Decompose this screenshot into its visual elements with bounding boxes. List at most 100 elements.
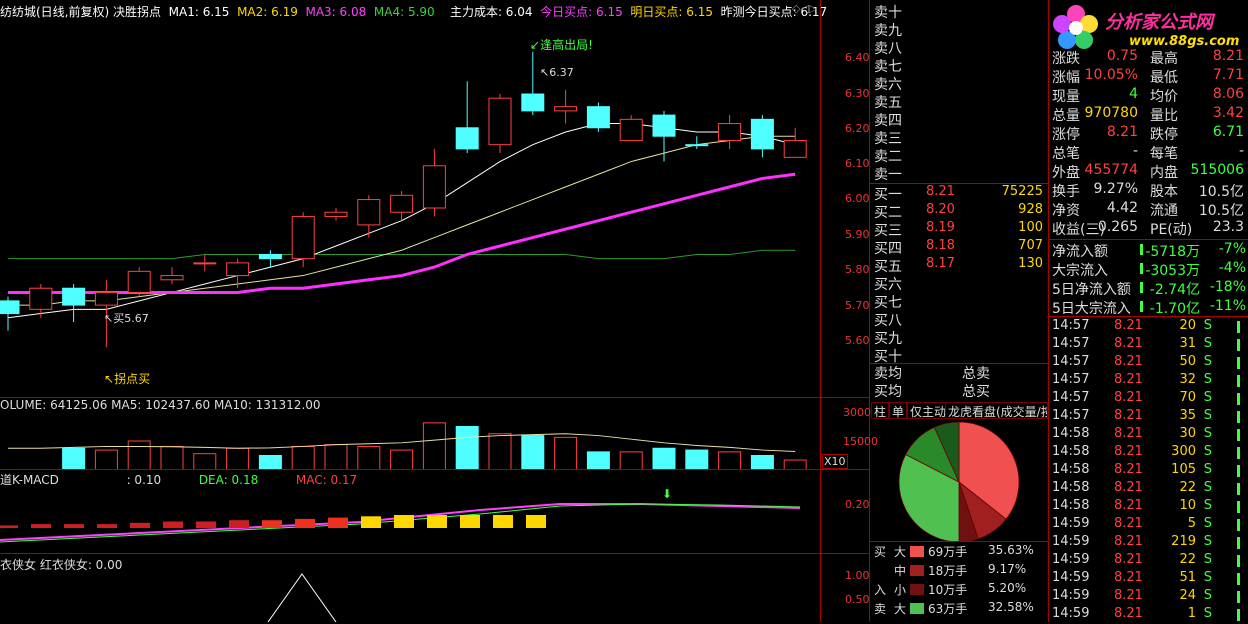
stat-row: 换手 9.27% 股本 10.5亿 xyxy=(1052,181,1248,200)
candle-body xyxy=(160,275,184,281)
pie-swatch xyxy=(910,546,924,557)
pie-side: 买 xyxy=(874,545,887,559)
tick-bar xyxy=(1237,591,1240,603)
tick-row: 14:58 8.21 105 S xyxy=(1052,462,1248,480)
macd-bar xyxy=(229,520,249,528)
tick-volume: 32 xyxy=(1179,372,1196,387)
volume-bar xyxy=(160,445,184,470)
buy-level-price: 8.20 xyxy=(926,202,955,217)
stat-value: 23.3 xyxy=(1212,219,1244,235)
tick-time: 14:59 xyxy=(1052,534,1090,549)
tick-bar xyxy=(1237,429,1240,441)
tab-active-only[interactable]: 仅主动 xyxy=(907,402,950,419)
buy-level-row[interactable]: 买七 xyxy=(874,292,1049,311)
ma3-label: MA3: 6.08 xyxy=(305,5,367,19)
buy-level-row[interactable]: 买一 8.21 75225 xyxy=(874,184,1049,203)
sell-level-row[interactable]: 卖一 xyxy=(874,164,1049,183)
pie-pct: 9.17% xyxy=(988,562,1027,576)
stat-value: 10.5亿 xyxy=(1198,184,1244,200)
tick-bar xyxy=(1237,375,1240,387)
tick-side: S xyxy=(1203,480,1212,495)
price-tick: 6.00 xyxy=(845,192,870,205)
macd-title-row: 道K-MACD : 0.10 DEA: 0.18 MAC: 0.17 xyxy=(0,471,357,488)
stat-value: 4 xyxy=(1129,86,1138,102)
sell-level-row[interactable]: 卖二 xyxy=(874,146,1049,165)
buy-level-price: 8.21 xyxy=(926,184,955,199)
sell-level-row[interactable]: 卖七 xyxy=(874,56,1049,75)
tick-bar xyxy=(1237,519,1240,531)
tick-volume: 30 xyxy=(1179,426,1196,441)
tick-volume: 20 xyxy=(1179,318,1196,333)
buy-level-label: 买一 xyxy=(874,187,902,203)
sell-level-row[interactable]: 卖四 xyxy=(874,110,1049,129)
stat-label: 流通 xyxy=(1150,203,1178,219)
buy-level-row[interactable]: 买五 8.17 130 xyxy=(874,256,1049,275)
tick-price: 8.21 xyxy=(1114,318,1143,333)
tick-side: S xyxy=(1203,570,1212,585)
candle-body xyxy=(127,270,151,293)
sell-level-row[interactable]: 卖八 xyxy=(874,38,1049,57)
tick-volume: 1 xyxy=(1187,606,1196,621)
buy-level-row[interactable]: 买四 8.18 707 xyxy=(874,238,1049,257)
volume-multiplier: X10 xyxy=(822,454,848,469)
volume-chart xyxy=(8,422,807,470)
tab-single[interactable]: 单 xyxy=(889,402,908,419)
tick-volume: 31 xyxy=(1179,336,1196,351)
sell-level-row[interactable]: 卖六 xyxy=(874,74,1049,93)
volume-bar xyxy=(750,455,774,470)
tick-bar xyxy=(1237,465,1240,477)
sell-level-label: 卖五 xyxy=(874,95,902,111)
hero-signal-line xyxy=(267,573,337,622)
tick-volume: 300 xyxy=(1171,444,1196,459)
pie-size: 中 xyxy=(894,564,907,578)
stat-label: 最低 xyxy=(1150,70,1178,86)
tick-price: 8.21 xyxy=(1114,516,1143,531)
buy-level-volume: 100 xyxy=(1018,220,1043,235)
stat-value: 3.42 xyxy=(1212,105,1244,121)
buy-level-label: 买三 xyxy=(874,223,902,239)
flow-label: 5日大宗流入 xyxy=(1052,301,1131,317)
sell-level-row[interactable]: 卖五 xyxy=(874,92,1049,111)
sell-avg-row: 卖均 总卖 xyxy=(874,366,990,382)
tomorrow-buy-label: 明日买点: 6.15 xyxy=(630,5,713,19)
buy-level-label: 买五 xyxy=(874,259,902,275)
flow-label: 5日净流入额 xyxy=(1052,282,1131,298)
buy-level-row[interactable]: 买九 xyxy=(874,328,1049,347)
tick-side: S xyxy=(1203,408,1212,423)
stat-row: 外盘 455774 内盘 515006 xyxy=(1052,162,1248,181)
tick-row: 14:59 8.21 5 S xyxy=(1052,516,1248,534)
stat-label: 股本 xyxy=(1150,184,1178,200)
tick-row: 14:58 8.21 10 S xyxy=(1052,498,1248,516)
stat-label: 量比 xyxy=(1150,108,1178,124)
buy-level-row[interactable]: 买六 xyxy=(874,274,1049,293)
volume-bar xyxy=(554,436,578,470)
stat-label: 现量 xyxy=(1052,89,1080,105)
candle-body xyxy=(291,215,315,260)
tick-bar xyxy=(1237,357,1240,369)
buy-level-row[interactable]: 买三 8.19 100 xyxy=(874,220,1049,239)
tick-row: 14:57 8.21 70 S xyxy=(1052,390,1248,408)
tick-price: 8.21 xyxy=(1114,426,1143,441)
buy-level-label: 买七 xyxy=(874,295,902,311)
sell-level-row[interactable]: 卖十 xyxy=(874,2,1049,21)
candle-body xyxy=(390,194,414,213)
stat-value: 7.71 xyxy=(1212,67,1244,83)
tab-bar[interactable]: 柱 xyxy=(871,402,890,419)
tick-volume: 22 xyxy=(1179,552,1196,567)
tick-side: S xyxy=(1203,354,1212,369)
pie-pct: 5.20% xyxy=(988,581,1027,595)
sell-level-label: 卖一 xyxy=(874,167,902,183)
sell-level-label: 卖八 xyxy=(874,41,902,57)
buy-level-row[interactable]: 买八 xyxy=(874,310,1049,329)
stat-label: 涨幅 xyxy=(1052,70,1080,86)
tab-dragon-tiger[interactable]: 龙虎看盘(成交量/按 xyxy=(945,402,1048,419)
buy-level-row[interactable]: 买二 8.20 928 xyxy=(874,202,1049,221)
scroll-arrows-icon[interactable]: ◇◁▷ xyxy=(792,2,817,15)
stat-value: 6.71 xyxy=(1212,124,1244,140)
sell-level-row[interactable]: 卖三 xyxy=(874,128,1049,147)
tick-time: 14:59 xyxy=(1052,516,1090,531)
sell-level-row[interactable]: 卖九 xyxy=(874,20,1049,39)
volume-bar xyxy=(586,451,610,470)
hero-tick: 1.00 xyxy=(845,569,870,582)
stat-label: 最高 xyxy=(1150,51,1178,67)
